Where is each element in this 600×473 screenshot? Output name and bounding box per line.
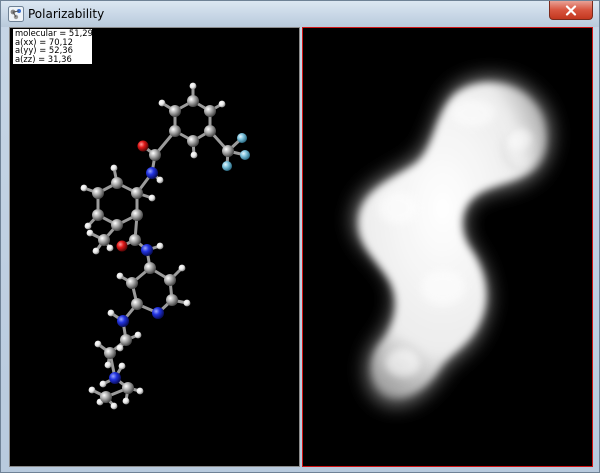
azz-value: a(zz) = 31,36 (15, 53, 72, 64)
close-icon (564, 4, 578, 16)
close-button[interactable] (549, 1, 593, 20)
molecular-surface[interactable] (303, 28, 592, 466)
molecule-view-panel[interactable]: molecular = 51,29 a(xx) = 70,12 a(yy) = … (9, 27, 300, 467)
surface-view-panel[interactable] (302, 27, 593, 467)
ball-and-stick-molecule[interactable] (10, 28, 299, 466)
polarizability-window: Polarizability molecular = 51,29 a(xx) =… (0, 0, 600, 473)
polarizability-readout: molecular = 51,29 a(xx) = 70,12 a(yy) = … (13, 29, 93, 64)
title-bar[interactable]: Polarizability (1, 1, 599, 27)
atoms (80, 82, 250, 410)
molecule-window-icon (8, 6, 24, 22)
window-title: Polarizability (28, 7, 105, 21)
